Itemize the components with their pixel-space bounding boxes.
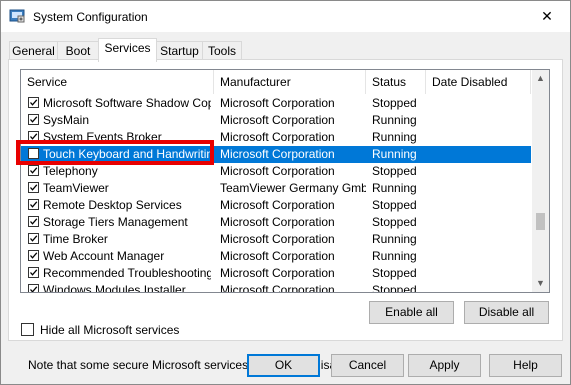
table-row[interactable]: SysMain Microsoft Corporation Running <box>21 112 531 129</box>
date-disabled <box>432 95 531 112</box>
service-status: Stopped <box>372 164 417 178</box>
date-disabled <box>432 197 531 214</box>
cancel-button[interactable]: Cancel <box>331 354 404 377</box>
checked-checkbox[interactable] <box>28 182 39 193</box>
checked-checkbox[interactable] <box>28 165 39 176</box>
checked-checkbox[interactable] <box>28 199 39 210</box>
tab-boot[interactable]: Boot <box>57 41 99 61</box>
table-row[interactable]: Microsoft Software Shadow Cop... Microsof… <box>21 95 531 112</box>
service-name: Windows Modules Installer <box>43 283 186 293</box>
manufacturer-name: Microsoft Corporation <box>220 130 335 144</box>
date-disabled <box>432 112 531 129</box>
manufacturer-name: Microsoft Corporation <box>220 164 335 178</box>
service-name: TeamViewer <box>43 181 109 195</box>
table-row[interactable]: Web Account Manager Microsoft Corporation… <box>21 248 531 265</box>
hide-microsoft-services-label: Hide all Microsoft services <box>40 323 180 337</box>
date-disabled <box>432 282 531 292</box>
checked-checkbox[interactable] <box>28 267 39 278</box>
manufacturer-name: Microsoft Corporation <box>220 198 335 212</box>
highlight-box <box>16 140 214 165</box>
service-status: Stopped <box>372 266 417 280</box>
window-title: System Configuration <box>33 10 148 24</box>
table-row[interactable]: Recommended Troubleshooting ... Microsoft… <box>21 265 531 282</box>
table-row[interactable]: TeamViewer TeamViewer Germany GmbH Running <box>21 180 531 197</box>
manufacturer-name: Microsoft Corporation <box>220 147 335 161</box>
checked-checkbox[interactable] <box>28 97 39 108</box>
scroll-down-icon[interactable]: ▼ <box>532 275 549 292</box>
service-name: Telephony <box>43 164 98 178</box>
tab-general[interactable]: General <box>9 41 58 61</box>
date-disabled <box>432 231 531 248</box>
manufacturer-name: Microsoft Corporation <box>220 249 335 263</box>
service-name: SysMain <box>43 113 90 127</box>
hide-microsoft-services-checkbox[interactable] <box>21 323 34 336</box>
service-name: Storage Tiers Management <box>43 215 188 229</box>
scroll-thumb[interactable] <box>536 213 545 230</box>
service-status: Running <box>372 147 417 161</box>
service-status: Stopped <box>372 215 417 229</box>
column-header-status[interactable]: Status <box>366 70 426 94</box>
service-name: Recommended Troubleshooting ... <box>43 266 211 280</box>
column-header-service[interactable]: Service <box>21 70 214 94</box>
checked-checkbox[interactable] <box>28 250 39 261</box>
service-status: Running <box>372 113 417 127</box>
table-row[interactable]: Remote Desktop Services Microsoft Corpora… <box>21 197 531 214</box>
table-row[interactable]: Telephony Microsoft Corporation Stopped <box>21 163 531 180</box>
service-name: Web Account Manager <box>43 249 165 263</box>
service-status: Running <box>372 130 417 144</box>
manufacturer-name: TeamViewer Germany GmbH <box>220 181 366 195</box>
close-button[interactable]: ✕ <box>524 1 570 32</box>
date-disabled <box>432 163 531 180</box>
checked-checkbox[interactable] <box>28 233 39 244</box>
service-name: Time Broker <box>43 232 108 246</box>
manufacturer-name: Microsoft Corporation <box>220 113 335 127</box>
checked-checkbox[interactable] <box>28 216 39 227</box>
table-row[interactable]: Time Broker Microsoft Corporation Running <box>21 231 531 248</box>
scroll-up-icon[interactable]: ▲ <box>532 70 549 87</box>
title-bar: System Configuration ✕ <box>1 1 570 32</box>
enable-all-button[interactable]: Enable all <box>369 301 454 324</box>
manufacturer-name: Microsoft Corporation <box>220 232 335 246</box>
services-panel: Service Manufacturer Status Date Disable… <box>8 59 563 372</box>
manufacturer-name: Microsoft Corporation <box>220 96 335 110</box>
table-row[interactable]: Storage Tiers Management Microsoft Corpor… <box>21 214 531 231</box>
checked-checkbox[interactable] <box>28 114 39 125</box>
list-header: Service Manufacturer Status Date Disable… <box>21 70 531 94</box>
vertical-scrollbar[interactable]: ▲ ▼ <box>532 70 549 292</box>
date-disabled <box>432 214 531 231</box>
manufacturer-name: Microsoft Corporation <box>220 283 335 293</box>
apply-button[interactable]: Apply <box>408 354 481 377</box>
column-header-date-disabled[interactable]: Date Disabled <box>426 70 531 94</box>
service-status: Running <box>372 181 417 195</box>
service-status: Running <box>372 232 417 246</box>
help-button[interactable]: Help <box>489 354 562 377</box>
service-status: Stopped <box>372 283 417 293</box>
date-disabled <box>432 265 531 282</box>
checked-checkbox[interactable] <box>28 284 39 292</box>
service-name: Microsoft Software Shadow Cop... <box>43 96 211 110</box>
services-list: Service Manufacturer Status Date Disable… <box>20 69 550 293</box>
service-status: Running <box>372 249 417 263</box>
msconfig-app-icon <box>9 8 25 24</box>
tab-startup[interactable]: Startup <box>156 41 203 61</box>
tab-tools[interactable]: Tools <box>202 41 242 61</box>
manufacturer-name: Microsoft Corporation <box>220 215 335 229</box>
date-disabled <box>432 180 531 197</box>
tab-services[interactable]: Services <box>98 38 157 62</box>
date-disabled <box>432 146 531 163</box>
service-status: Stopped <box>372 96 417 110</box>
disable-all-button[interactable]: Disable all <box>464 301 549 324</box>
table-row[interactable]: Windows Modules Installer Microsoft Corpo… <box>21 282 531 293</box>
date-disabled <box>432 129 531 146</box>
column-header-manufacturer[interactable]: Manufacturer <box>214 70 366 94</box>
ok-button[interactable]: OK <box>247 354 320 377</box>
service-name: Remote Desktop Services <box>43 198 182 212</box>
manufacturer-name: Microsoft Corporation <box>220 266 335 280</box>
date-disabled <box>432 248 531 265</box>
service-status: Stopped <box>372 198 417 212</box>
